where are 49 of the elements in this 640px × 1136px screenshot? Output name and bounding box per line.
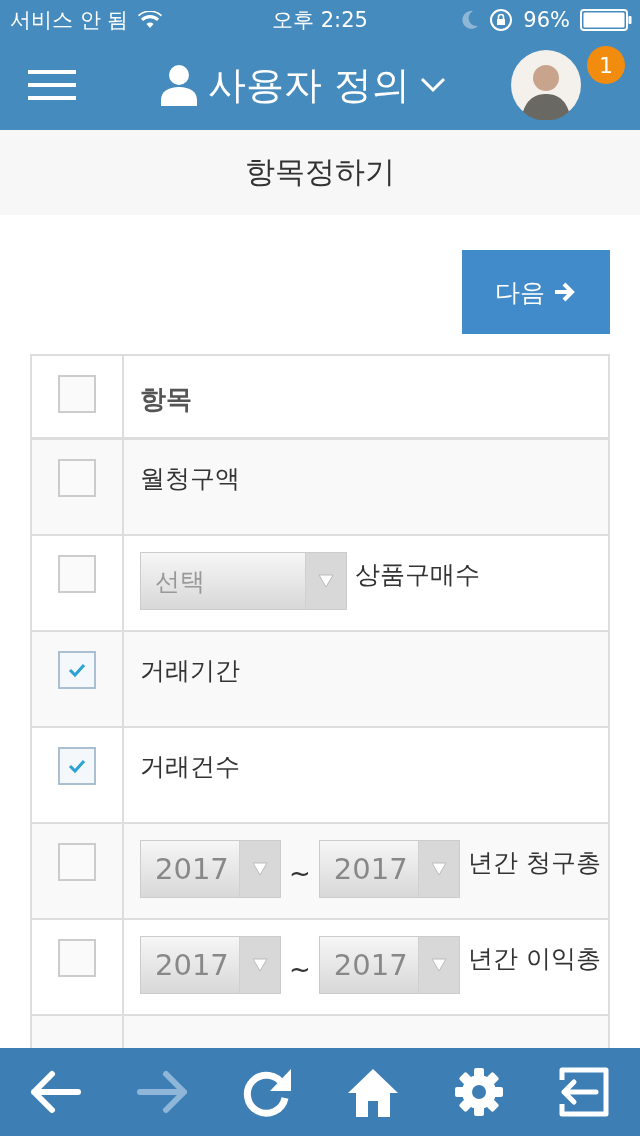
next-button[interactable]: 다음 (462, 250, 610, 334)
dropdown-arrow-icon (318, 574, 334, 588)
checkbox[interactable] (58, 651, 96, 689)
year-dropdown[interactable]: 2017 (140, 840, 281, 898)
moon-icon (461, 10, 480, 30)
logout-icon[interactable] (557, 1066, 610, 1118)
user-icon (160, 64, 198, 106)
item-label: 월청구액 (140, 463, 240, 495)
back-arrow-icon[interactable] (30, 1070, 82, 1114)
item-label: 년간 이익총 (467, 943, 601, 975)
wifi-icon (138, 11, 163, 29)
year-dropdown[interactable]: 2017 (140, 936, 281, 994)
item-label: 년간 청구총 (467, 847, 601, 879)
chevron-down-icon[interactable] (420, 77, 447, 93)
page-title[interactable]: 사용자 정의 (208, 59, 411, 111)
clock-text: 오후 2:25 (272, 7, 368, 34)
battery-icon (580, 9, 632, 31)
settings-icon[interactable] (453, 1067, 504, 1117)
dropdown-arrow-icon (252, 862, 268, 876)
carrier-text: 서비스 안 됨 (10, 7, 129, 34)
check-icon (67, 662, 87, 678)
range-separator: ~ (289, 857, 311, 888)
year-dropdown[interactable]: 2017 (318, 936, 460, 994)
arrow-right-icon (553, 281, 577, 303)
range-separator: ~ (289, 953, 311, 984)
checkbox[interactable] (58, 555, 96, 593)
checkbox[interactable] (58, 459, 96, 497)
checkbox[interactable] (58, 375, 96, 413)
home-icon[interactable] (347, 1067, 400, 1117)
battery-percent: 96% (523, 8, 570, 32)
item-label: 거래건수 (140, 751, 240, 783)
avatar[interactable] (511, 50, 581, 120)
item-label: 거래기간 (140, 655, 240, 687)
dropdown-arrow-icon (252, 958, 268, 972)
dropdown-arrow-icon (430, 958, 447, 972)
menu-icon[interactable] (28, 70, 76, 100)
checkbox[interactable] (58, 747, 96, 785)
column-header: 항목 (140, 383, 192, 416)
check-icon (67, 758, 87, 774)
checkbox[interactable] (58, 939, 96, 977)
notification-badge: 1 (587, 46, 625, 84)
select-dropdown[interactable]: 선택 (140, 552, 347, 610)
year-dropdown[interactable]: 2017 (318, 840, 460, 898)
dropdown-arrow-icon (430, 862, 447, 876)
section-title: 항목정하기 (245, 153, 395, 191)
rotation-lock-icon (489, 8, 514, 32)
refresh-icon[interactable] (242, 1067, 293, 1117)
checkbox[interactable] (58, 843, 96, 881)
item-label: 상품구매수 (355, 559, 480, 591)
